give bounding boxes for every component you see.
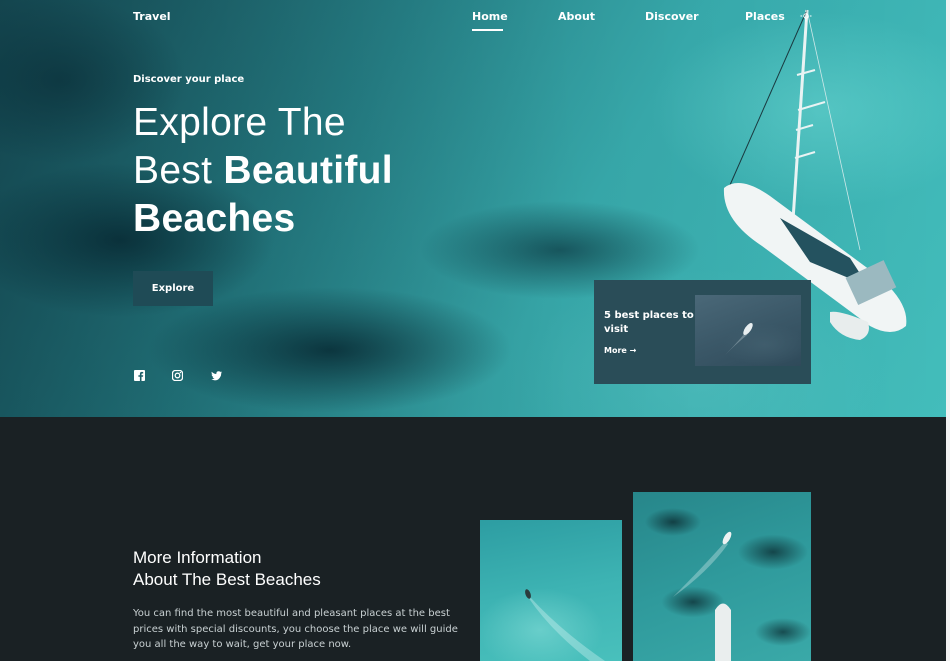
hero-section: Travel Home About Discover Places Discov… bbox=[0, 0, 946, 417]
facebook-icon[interactable] bbox=[134, 370, 145, 381]
featured-card[interactable]: 5 best places to visit More → bbox=[594, 280, 811, 384]
headline-line-2: Best Beautiful bbox=[133, 147, 463, 195]
nav-link-about[interactable]: About bbox=[558, 10, 595, 23]
headline-beaches: Beaches bbox=[133, 197, 296, 240]
card-title: 5 best places to visit bbox=[604, 310, 694, 335]
card-more-link[interactable]: More → bbox=[604, 346, 636, 355]
sun-icon[interactable] bbox=[800, 10, 812, 22]
headline-best: Best bbox=[133, 149, 213, 192]
nav-active-indicator bbox=[472, 29, 503, 31]
explore-button[interactable]: Explore bbox=[133, 271, 213, 306]
info-title: More Information About The Best Beaches bbox=[133, 547, 321, 591]
brand-logo[interactable]: Travel bbox=[133, 10, 171, 23]
card-more-label: More bbox=[604, 346, 627, 355]
card-image bbox=[695, 295, 801, 366]
twitter-icon[interactable] bbox=[211, 370, 222, 381]
nav-link-home[interactable]: Home bbox=[472, 10, 508, 23]
nav-link-discover[interactable]: Discover bbox=[645, 10, 699, 23]
headline-line-3: Beaches bbox=[133, 195, 463, 243]
speedboat-image bbox=[725, 323, 753, 355]
instagram-icon[interactable] bbox=[172, 370, 183, 381]
info-title-line-2: About The Best Beaches bbox=[133, 570, 321, 589]
hero-eyebrow: Discover your place bbox=[133, 74, 245, 85]
arrow-right-icon: → bbox=[629, 346, 637, 355]
headline-line-1: Explore The bbox=[133, 101, 346, 144]
info-title-line-1: More Information bbox=[133, 548, 262, 567]
page-scroll-edge bbox=[946, 0, 950, 661]
boat-wake-image bbox=[525, 589, 605, 661]
nav-link-places[interactable]: Places bbox=[745, 10, 785, 23]
headline-beautiful: Beautiful bbox=[223, 149, 393, 192]
hero-headline: Explore The Best Beautiful Beaches bbox=[133, 99, 463, 243]
beach-photo-2 bbox=[633, 492, 811, 661]
beach-photo-1 bbox=[480, 520, 622, 661]
boats-image bbox=[673, 531, 732, 661]
info-description: You can find the most beautiful and plea… bbox=[133, 608, 458, 650]
